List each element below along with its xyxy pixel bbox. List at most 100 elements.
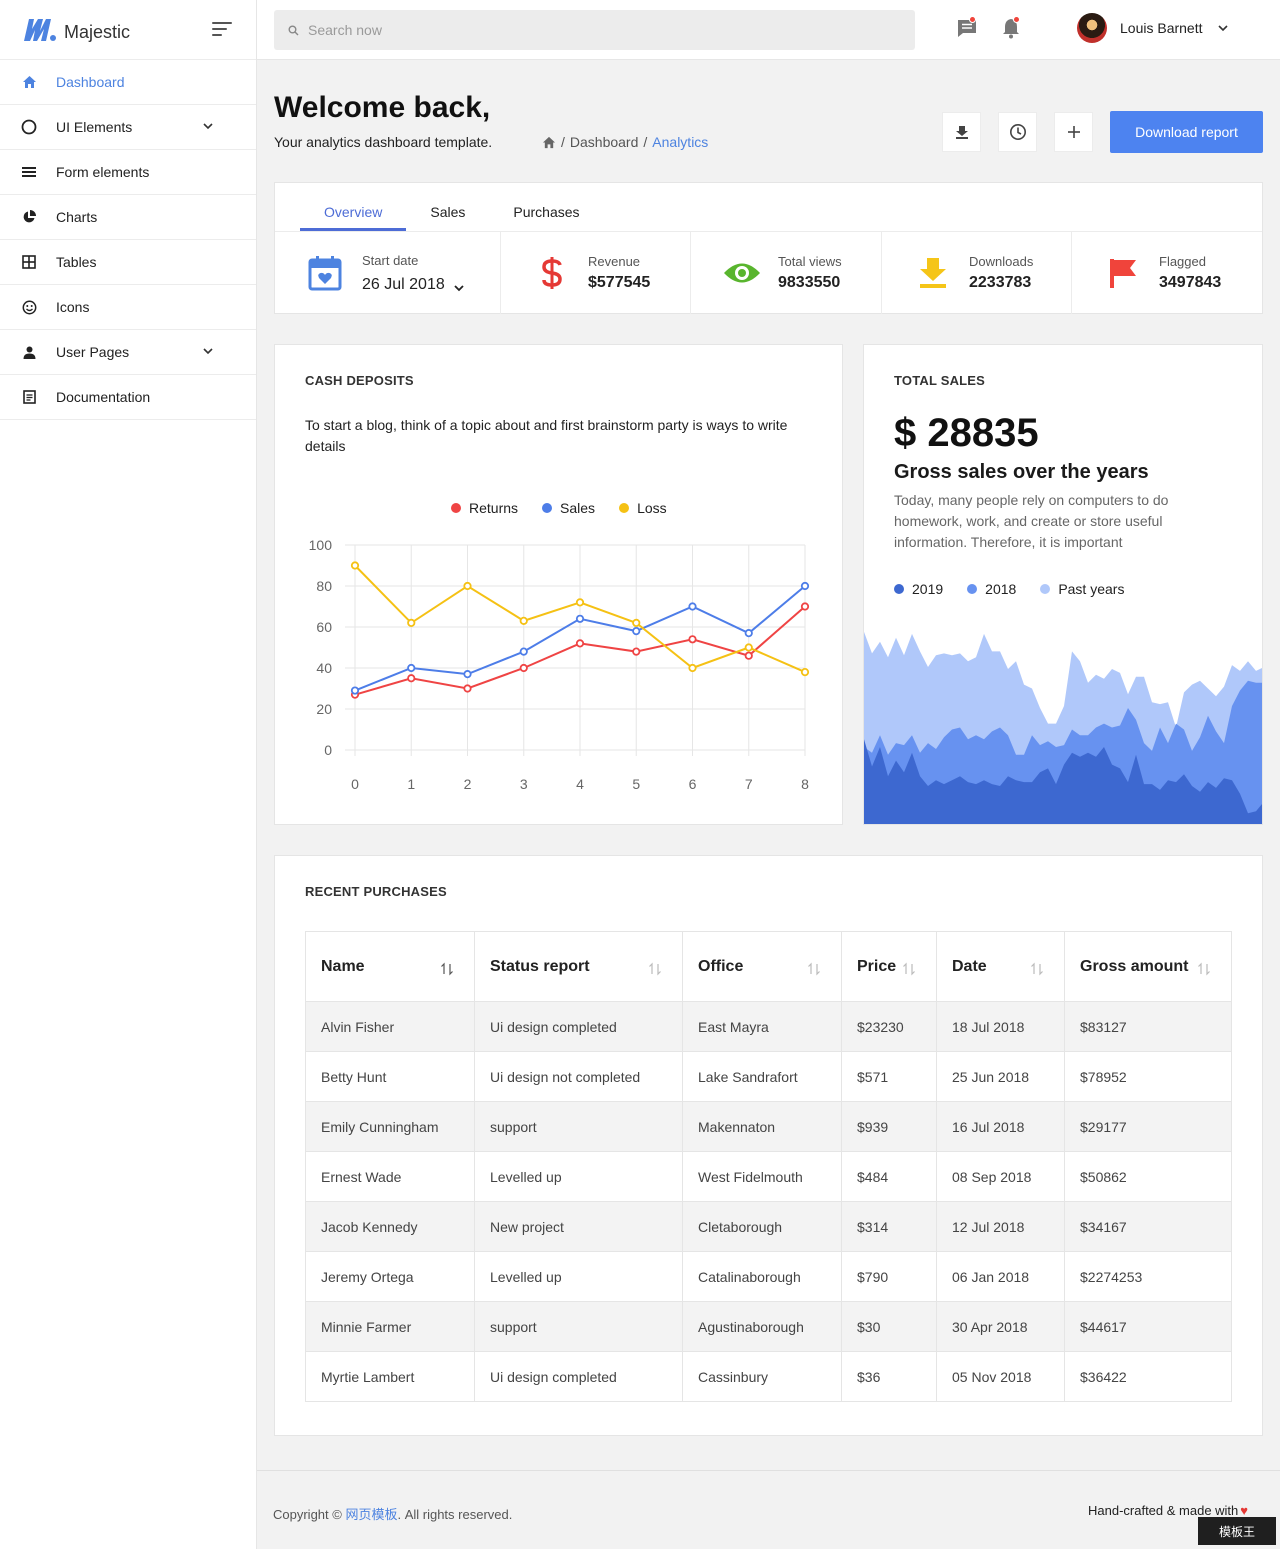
x-tick-label: 3 [520,776,528,792]
legend-swatch [619,503,630,513]
sort-icon [649,962,661,976]
user-name: Louis Barnett [1120,20,1203,36]
copyright-link[interactable]: 网页模板 [345,1507,397,1522]
notification-dot [1013,16,1020,23]
cell-date: 06 Jan 2018 [936,1251,1065,1302]
sidebar-item-label: Tables [56,254,97,270]
legend-item-2018[interactable]: 2018 [967,581,1016,597]
legend-item-2019[interactable]: 2019 [894,581,943,597]
data-point [463,684,472,693]
table-row[interactable]: Emily Cunningham support Makennaton $939 16 … [305,1101,1232,1152]
data-point [519,647,528,656]
column-header-gross-amount[interactable]: Gross amount [1064,931,1232,1002]
download-button[interactable] [942,112,981,152]
area-chart-legend: 2019 2018 Past years [894,581,1148,597]
column-header-date[interactable]: Date [936,931,1065,1002]
breadcrumb-dashboard[interactable]: Dashboard [570,134,639,150]
add-button[interactable] [1054,112,1093,152]
tab-overview[interactable]: Overview [300,183,407,231]
data-point [632,627,641,636]
legend-label: Past years [1058,581,1125,597]
sidebar-item-form-elements[interactable]: Form elements [0,150,256,195]
tab-sales[interactable]: Sales [406,183,489,231]
sidebar-item-charts[interactable]: Charts [0,195,256,240]
stat-start-date[interactable]: Start date 26 Jul 2018 [275,232,501,314]
majestic-logo-icon[interactable] [22,17,58,43]
data-point [350,686,360,695]
sidebar-item-dashboard[interactable]: Dashboard [0,60,256,105]
sidebar: Majestic Dashboard UI Elements Form elem… [0,0,257,1549]
table-row[interactable]: Jacob Kennedy New project Cletaborough $314… [305,1201,1232,1252]
legend-item-sales[interactable]: Sales [542,500,595,516]
cell-date: 30 Apr 2018 [936,1301,1065,1352]
footer: Copyright © 网页模板. All rights reserved. H… [257,1470,1280,1549]
cell-office: East Mayra [682,1001,842,1052]
column-header-status[interactable]: Status report [474,931,683,1002]
data-point [800,602,810,611]
search-input[interactable] [308,22,888,38]
legend-item-past-years[interactable]: Past years [1040,581,1124,597]
download-icon [914,254,952,292]
search-bar[interactable] [274,10,915,50]
sidebar-item-user-pages[interactable]: User Pages [0,330,256,375]
grid-icon [21,254,37,270]
breadcrumb-analytics[interactable]: Analytics [652,134,708,150]
y-tick-label: 20 [316,701,332,717]
card-title: TOTAL SALES [894,373,986,388]
table-row[interactable]: Betty Hunt Ui design not completed Lake Sa… [305,1051,1232,1102]
legend-item-returns[interactable]: Returns [451,500,518,516]
clock-icon [1009,124,1026,140]
menu-toggle-icon[interactable] [212,22,232,36]
search-icon [288,25,299,35]
data-point [632,647,641,656]
chart-legend: Returns Sales Loss [451,500,691,516]
data-point [800,581,810,591]
data-point [744,629,753,638]
sidebar-item-documentation[interactable]: Documentation [0,375,256,420]
cell-name: Myrtie Lambert [305,1351,475,1402]
total-sales-area-chart [864,631,1262,824]
card-title: CASH DEPOSITS [305,373,414,388]
cell-name: Jeremy Ortega [305,1251,475,1302]
download-report-button[interactable]: Download report [1110,111,1263,153]
cell-gross-amount: $34167 [1064,1201,1232,1252]
tab-purchases[interactable]: Purchases [489,183,603,231]
history-button[interactable] [998,112,1037,152]
document-icon [21,389,37,405]
user-menu[interactable]: Louis Barnett [1077,13,1229,43]
x-tick-label: 7 [745,776,753,792]
sidebar-item-label: Icons [56,299,90,315]
table-row[interactable]: Ernest Wade Levelled up West Fidelmouth $48… [305,1151,1232,1202]
home-icon[interactable] [542,136,556,149]
column-header-name[interactable]: Name [305,931,475,1002]
calendar-icon [306,254,344,292]
table-row[interactable]: Myrtie Lambert Ui design completed Cassinb… [305,1351,1232,1402]
data-point [632,618,641,628]
data-point [519,616,528,625]
column-header-price[interactable]: Price [841,931,937,1002]
table-row[interactable]: Minnie Farmer support Agustinaborough $30 30… [305,1301,1232,1352]
sidebar-item-ui-elements[interactable]: UI Elements [0,105,256,150]
notifications-button[interactable] [1000,16,1022,39]
cell-status: Levelled up [474,1251,683,1302]
column-header-label: Price [857,957,897,975]
legend-swatch [894,584,904,594]
messages-button[interactable] [956,16,978,39]
legend-item-loss[interactable]: Loss [619,500,667,516]
table-row[interactable]: Alvin Fisher Ui design completed East Mayr… [305,1001,1232,1052]
data-point [688,663,697,673]
table-row[interactable]: Jeremy Ortega Levelled up Catalinaborough $… [305,1251,1232,1302]
brand-name: Majestic [64,22,131,42]
cell-name: Emily Cunningham [305,1101,475,1152]
sidebar-item-tables[interactable]: Tables [0,240,256,285]
cell-date: 16 Jul 2018 [936,1101,1065,1152]
flag-icon [1104,254,1142,292]
legend-swatch [451,503,461,513]
sidebar-item-icons[interactable]: Icons [0,285,256,330]
sort-icon [1031,962,1043,976]
stats-row: Start date 26 Jul 2018 Revenue $577545 T… [275,231,1262,314]
cell-price: $571 [841,1051,937,1102]
column-header-office[interactable]: Office [682,931,842,1002]
chevron-down-icon [1217,25,1228,32]
circle-icon [21,119,37,135]
